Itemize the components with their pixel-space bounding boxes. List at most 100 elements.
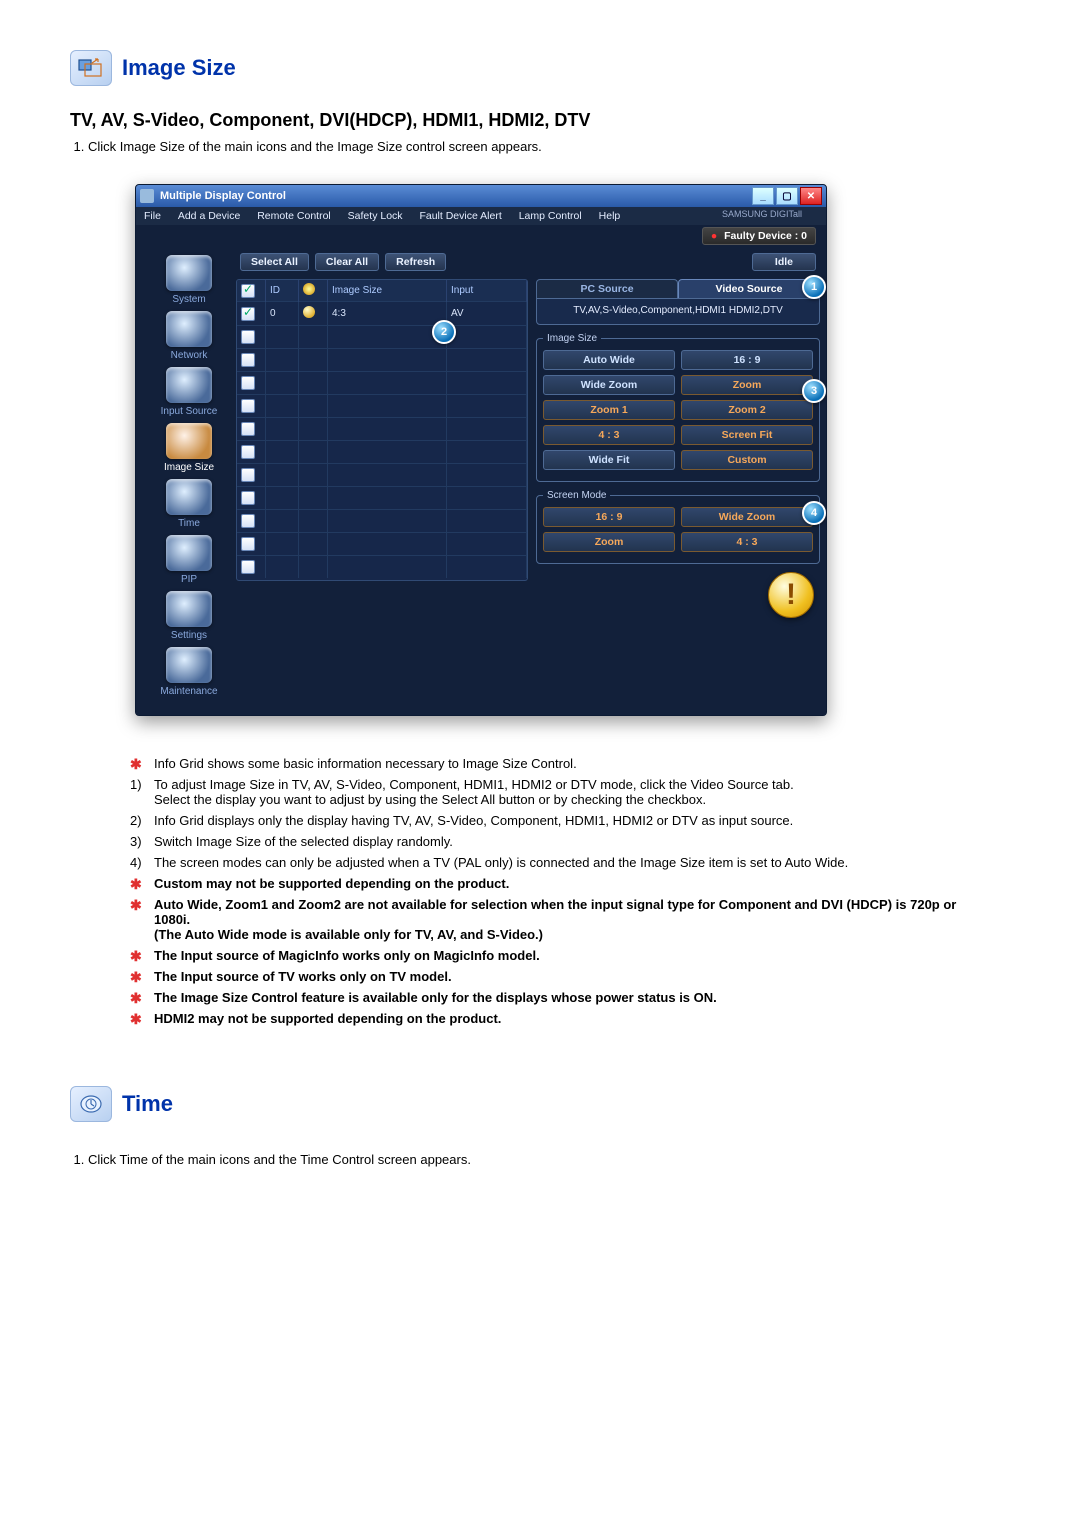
- btn-screen-fit[interactable]: Screen Fit: [681, 425, 813, 445]
- sidebar-item-label: Network: [171, 350, 208, 361]
- section-heading-time: Time: [70, 1086, 1010, 1122]
- header-checkbox[interactable]: [241, 284, 255, 298]
- table-row[interactable]: [237, 349, 527, 372]
- menu-remote-control[interactable]: Remote Control: [257, 210, 331, 222]
- table-row[interactable]: [237, 464, 527, 487]
- table-row[interactable]: [237, 487, 527, 510]
- step-1-time: Click Time of the main icons and the Tim…: [88, 1152, 1010, 1167]
- sidebar-item-label: PIP: [181, 574, 197, 585]
- sidebar-item-network[interactable]: Network: [142, 311, 236, 361]
- sidebar-item-maintenance[interactable]: Maintenance: [142, 647, 236, 697]
- table-row[interactable]: [237, 418, 527, 441]
- btn-zoom1[interactable]: Zoom 1: [543, 400, 675, 420]
- row-checkbox[interactable]: [241, 537, 255, 551]
- step-1-text: Click Image Size of the main icons and t…: [88, 139, 542, 154]
- image-size-sidebar-icon: [166, 423, 212, 459]
- row-checkbox[interactable]: [241, 445, 255, 459]
- btn-zoom2[interactable]: Zoom 2: [681, 400, 813, 420]
- row-checkbox[interactable]: [241, 560, 255, 574]
- close-button[interactable]: ✕: [800, 187, 822, 205]
- sidebar-item-settings[interactable]: Settings: [142, 591, 236, 641]
- tab-video-source[interactable]: Video Source: [678, 279, 820, 298]
- main-pane: Select All Clear All Refresh Idle ID: [236, 247, 820, 703]
- note-text: To adjust Image Size in TV, AV, S-Video,…: [154, 777, 794, 792]
- info-grid-table: ID Image Size Input 0: [237, 280, 527, 578]
- refresh-button[interactable]: Refresh: [385, 253, 446, 271]
- btn-auto-wide[interactable]: Auto Wide: [543, 350, 675, 370]
- menu-safety-lock[interactable]: Safety Lock: [348, 210, 403, 222]
- table-row[interactable]: [237, 441, 527, 464]
- row-checkbox[interactable]: [241, 491, 255, 505]
- cell-id: 0: [266, 302, 299, 326]
- row-checkbox[interactable]: [241, 399, 255, 413]
- image-size-icon: [70, 50, 112, 86]
- maximize-button[interactable]: ▢: [776, 187, 798, 205]
- table-row[interactable]: [237, 326, 527, 349]
- faulty-row: ● Faulty Device : 0: [136, 225, 826, 247]
- btn-16-9[interactable]: 16 : 9: [681, 350, 813, 370]
- sidebar-item-system[interactable]: System: [142, 255, 236, 305]
- window-title: Multiple Display Control: [160, 190, 286, 202]
- btn-wide-fit[interactable]: Wide Fit: [543, 450, 675, 470]
- note-4: 4)The screen modes can only be adjusted …: [130, 855, 980, 870]
- faulty-device-label: Faulty Device : 0: [724, 230, 807, 242]
- row-checkbox[interactable]: [241, 307, 255, 321]
- toolbar: Select All Clear All Refresh Idle: [236, 247, 820, 279]
- sidebar-item-label: Time: [178, 518, 200, 529]
- menu-help[interactable]: Help: [599, 210, 621, 222]
- btn-4-3[interactable]: 4 : 3: [543, 425, 675, 445]
- note-text: The Image Size Control feature is availa…: [154, 990, 717, 1005]
- sidebar-item-label: Input Source: [161, 406, 218, 417]
- sidebar-item-label: Image Size: [164, 462, 214, 473]
- btn-sm-zoom[interactable]: Zoom: [543, 532, 675, 552]
- brand-label: SAMSUNG DIGITall: [722, 209, 802, 219]
- row-checkbox[interactable]: [241, 422, 255, 436]
- table-row[interactable]: [237, 556, 527, 579]
- note-star-bold: The Image Size Control feature is availa…: [130, 990, 980, 1005]
- row-checkbox[interactable]: [241, 376, 255, 390]
- sidebar-item-input-source[interactable]: Input Source: [142, 367, 236, 417]
- select-all-button[interactable]: Select All: [240, 253, 309, 271]
- btn-zoom[interactable]: Zoom: [681, 375, 813, 395]
- row-checkbox[interactable]: [241, 468, 255, 482]
- btn-wide-zoom[interactable]: Wide Zoom: [543, 375, 675, 395]
- sidebar-item-label: System: [172, 294, 205, 305]
- table-row[interactable]: [237, 533, 527, 556]
- btn-sm-4-3[interactable]: 4 : 3: [681, 532, 813, 552]
- btn-sm-wide-zoom[interactable]: Wide Zoom: [681, 507, 813, 527]
- row-checkbox[interactable]: [241, 514, 255, 528]
- row-checkbox[interactable]: [241, 353, 255, 367]
- row-checkbox[interactable]: [241, 330, 255, 344]
- subheading: TV, AV, S-Video, Component, DVI(HDCP), H…: [70, 110, 1010, 131]
- tab-pc-source[interactable]: PC Source: [536, 279, 678, 298]
- col-image-size: Image Size: [328, 280, 447, 302]
- note-text: Select the display you want to adjust by…: [154, 792, 706, 807]
- sidebar-item-pip[interactable]: PIP: [142, 535, 236, 585]
- note-text: (The Auto Wide mode is available only fo…: [154, 927, 543, 942]
- table-row[interactable]: [237, 510, 527, 533]
- callout-4: 4: [802, 501, 826, 525]
- menu-add-device[interactable]: Add a Device: [178, 210, 240, 222]
- step-1: Click Image Size of the main icons and t…: [88, 139, 1010, 154]
- sidebar-item-label: Maintenance: [160, 686, 217, 697]
- sidebar-item-time[interactable]: Time: [142, 479, 236, 529]
- minimize-button[interactable]: _: [752, 187, 774, 205]
- menu-lamp-control[interactable]: Lamp Control: [519, 210, 582, 222]
- menu-fault-device-alert[interactable]: Fault Device Alert: [419, 210, 501, 222]
- table-row[interactable]: [237, 372, 527, 395]
- status-on-icon: [303, 306, 315, 318]
- sidebar: System Network Input Source Image Size T…: [142, 247, 236, 703]
- sidebar-item-label: Settings: [171, 630, 207, 641]
- table-row[interactable]: 0 4:3 AV: [237, 302, 527, 326]
- control-panel: PC Source Video Source TV,AV,S-Video,Com…: [536, 279, 820, 620]
- btn-sm-16-9[interactable]: 16 : 9: [543, 507, 675, 527]
- note-1: 1) To adjust Image Size in TV, AV, S-Vid…: [130, 777, 980, 807]
- btn-custom[interactable]: Custom: [681, 450, 813, 470]
- menu-file[interactable]: File: [144, 210, 161, 222]
- note-star-bold: The Input source of TV works only on TV …: [130, 969, 980, 984]
- table-row[interactable]: [237, 395, 527, 418]
- step-1-text: Click Time of the main icons and the Tim…: [88, 1152, 471, 1167]
- clear-all-button[interactable]: Clear All: [315, 253, 379, 271]
- sidebar-item-image-size[interactable]: Image Size: [142, 423, 236, 473]
- settings-icon: [166, 591, 212, 627]
